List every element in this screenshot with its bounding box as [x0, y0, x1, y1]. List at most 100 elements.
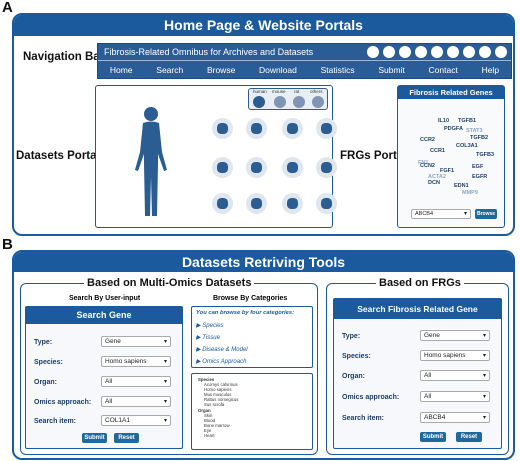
search-item-input[interactable]: COL1A1	[101, 415, 171, 426]
species-tab-mouse[interactable]: mouse	[272, 89, 286, 94]
liver-icon[interactable]	[212, 118, 233, 139]
search-item-label: Search item:	[34, 418, 77, 425]
human-body-icon[interactable]	[131, 104, 171, 219]
gene-word[interactable]: CCR1	[430, 148, 445, 154]
organ-select[interactable]: All	[420, 370, 490, 381]
nav-item-search[interactable]: Search	[156, 65, 183, 75]
category-tree: Species Acomys cahirinus Homo sapiens Mu…	[191, 373, 313, 450]
omics-label: Omics approach:	[34, 399, 92, 406]
heart-icon[interactable]	[246, 157, 267, 178]
search-gene-form: Search Gene Type: Gene Species: Homo sap…	[25, 306, 183, 449]
organ-icon[interactable]	[431, 46, 443, 58]
intestine-icon[interactable]	[316, 157, 337, 178]
skin-icon[interactable]	[212, 157, 233, 178]
mouse-species-icon[interactable]	[274, 96, 286, 108]
gene-word[interactable]: EDN1	[454, 183, 469, 189]
nav-item-contact[interactable]: Contact	[429, 65, 458, 75]
organ-icon[interactable]	[399, 46, 411, 58]
human-species-icon[interactable]	[253, 96, 265, 108]
gene-word[interactable]: MMP9	[462, 190, 478, 196]
browse-button[interactable]: Browse	[475, 209, 497, 219]
submit-button[interactable]: Submit	[82, 433, 107, 443]
gene-word[interactable]: EGFR	[472, 174, 487, 180]
species-tab-human[interactable]: human	[253, 89, 267, 94]
gene-word[interactable]: IL10	[438, 118, 449, 124]
organ-icon[interactable]	[415, 46, 427, 58]
type-label: Type:	[342, 333, 361, 340]
kidney-icon[interactable]	[316, 118, 337, 139]
nav-bar-label: Navigation Bar	[23, 51, 105, 63]
omics-select[interactable]: All	[101, 396, 171, 407]
pancreas-icon[interactable]	[282, 157, 303, 178]
eye-icon[interactable]	[246, 193, 267, 214]
organ-icon[interactable]	[463, 46, 475, 58]
type-label: Type:	[34, 339, 53, 346]
nav-top-row: Fibrosis-Related Omnibus for Archives an…	[98, 44, 511, 61]
nav-item-help[interactable]: Help	[482, 65, 499, 75]
category-label: Omics Approach	[202, 359, 247, 365]
rat-species-icon[interactable]	[293, 96, 305, 108]
gene-word[interactable]: PDGFA	[444, 126, 463, 132]
datasets-portal-box: human mouse rat others	[95, 85, 337, 228]
tree-node[interactable]: Heart	[204, 433, 215, 438]
thyroid-icon[interactable]	[316, 193, 337, 214]
reset-button[interactable]: Reset	[114, 433, 139, 443]
tree-node[interactable]: Sus scrofa	[204, 402, 224, 407]
gene-word[interactable]: CCR2	[420, 137, 435, 143]
organ-icon[interactable]	[367, 46, 379, 58]
frg-title: Fibrosis Related Genes	[398, 86, 504, 99]
reset-button[interactable]: Reset	[456, 432, 482, 442]
organ-icon[interactable]	[447, 46, 459, 58]
nav-bar: Fibrosis-Related Omnibus for Archives an…	[97, 43, 512, 79]
gene-word[interactable]: CCN2	[420, 163, 435, 169]
species-tab-rat[interactable]: rat	[294, 89, 299, 94]
nav-menu: Home Search Browse Download Statistics S…	[98, 61, 511, 78]
species-select[interactable]: Homo sapiens	[420, 350, 490, 361]
frg-side-title: Based on FRGs	[376, 277, 464, 289]
gene-word[interactable]: DCN	[428, 180, 440, 186]
category-label: Tissue	[202, 335, 220, 341]
gene-word[interactable]: STAT3	[466, 128, 483, 134]
panel-b-banner: Datasets Retriving Tools	[14, 252, 513, 272]
organ-icon[interactable]	[479, 46, 491, 58]
type-select[interactable]: Gene	[420, 330, 490, 341]
nav-item-download[interactable]: Download	[259, 65, 297, 75]
species-tab-others[interactable]: others	[310, 89, 323, 94]
blood-icon[interactable]	[212, 193, 233, 214]
submit-button[interactable]: Submit	[420, 432, 446, 442]
search-frg-head: Search Fibrosis Related Gene	[334, 299, 501, 319]
organ-icon[interactable]	[383, 46, 395, 58]
lung-icon[interactable]	[246, 118, 267, 139]
search-item-select[interactable]: ABCB4	[420, 412, 490, 423]
organ-select[interactable]: All	[101, 376, 171, 387]
species-select[interactable]: Homo sapiens	[101, 356, 171, 367]
categories-box: You can browse by four categories: ▶ Spe…	[191, 306, 313, 368]
panel-b-label: B	[2, 236, 13, 253]
category-disease-link[interactable]: ▶ Disease & Model	[196, 346, 248, 353]
nav-item-statistics[interactable]: Statistics	[321, 65, 355, 75]
category-omics-link[interactable]: ▶ Omics Approach	[196, 358, 246, 365]
gene-word[interactable]: TGFB3	[476, 152, 494, 158]
category-label: Disease & Model	[202, 347, 248, 353]
categories-intro: You can browse by four categories:	[196, 310, 295, 316]
bone-icon[interactable]	[282, 193, 303, 214]
category-species-link[interactable]: ▶ Species	[196, 322, 224, 329]
gene-word[interactable]: TGFB1	[458, 118, 476, 124]
organ-icon[interactable]	[495, 46, 507, 58]
frg-select[interactable]: ABCB4	[411, 209, 471, 219]
gene-word[interactable]: COL3A1	[456, 143, 478, 149]
nav-item-browse[interactable]: Browse	[207, 65, 235, 75]
gene-word[interactable]: TGFB2	[470, 135, 488, 141]
categories-title: Browse By Categories	[213, 295, 288, 302]
omics-select[interactable]: All	[420, 391, 490, 402]
stomach-icon[interactable]	[282, 118, 303, 139]
search-frg-form: Search Fibrosis Related Gene Type: Gene …	[333, 298, 502, 449]
gene-word[interactable]: EGF	[472, 164, 483, 170]
nav-item-submit[interactable]: Submit	[378, 65, 404, 75]
organ-label: Organ:	[342, 373, 365, 380]
omics-label: Omics approach:	[342, 394, 400, 401]
type-select[interactable]: Gene	[101, 336, 171, 347]
category-tissue-link[interactable]: ▶ Tissue	[196, 334, 220, 341]
others-species-icon[interactable]	[312, 96, 324, 108]
nav-item-home[interactable]: Home	[110, 65, 133, 75]
